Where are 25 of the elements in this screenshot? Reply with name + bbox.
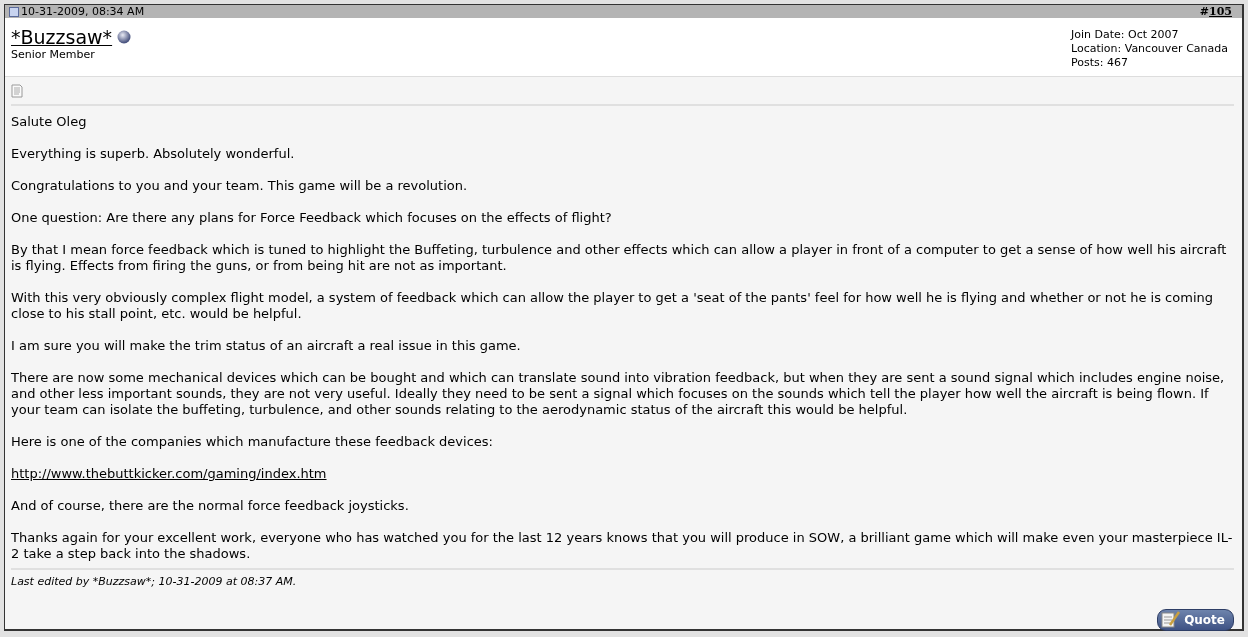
username-link[interactable]: *Buzzsaw* [11, 26, 113, 48]
message-paragraph: Congratulations to you and your team. This game will be a revolution. [11, 178, 469, 194]
user-info: Posts: 467 [1071, 56, 1129, 70]
message-paragraph: With this very obviously complex flight model, a system of feedback which can allow the player to get a 'seat of the pants' feel for how well he is flying and whether or not he is coming close to his stall point, etc. would be helpful. [11, 290, 1214, 322]
post-number-sign: # [1199, 5, 1210, 18]
user-info: Join Date: Oct 2007 [1071, 28, 1180, 42]
document-icon [11, 83, 23, 98]
message-paragraph: I am sure you will make the trim status of an aircraft a real issue in this game. [11, 338, 522, 354]
message-paragraph: Here is one of the companies which manufacture these feedback devices: [11, 434, 494, 450]
user-title: Senior Member [11, 48, 96, 61]
message-paragraph: Thanks again for your excellent work, everyone who has watched you for the last 12 years knows that you will produce in SOW, a brilliant game which will make even your masterpiece IL-2 take a step back into the shadows. [11, 530, 1234, 562]
message-paragraph: One question: Are there any plans for Force Feedback which focuses on the effects of flight? [11, 210, 613, 226]
message-paragraph: Salute Oleg [11, 114, 88, 130]
message-paragraph: Everything is superb. Absolutely wonderful. [11, 146, 296, 162]
quote-button[interactable]: Quote [1157, 609, 1234, 631]
edit-note: Last edited by *Buzzsaw*; 10-31-2009 at 08:37 AM. [11, 568, 1234, 593]
message-paragraph: And of course, there are the normal force feedback joysticks. [11, 498, 410, 514]
message-link[interactable]: http://www.thebuttkicker.com/gaming/index.htm [11, 466, 327, 481]
post-number-link[interactable]: 105 [1209, 5, 1232, 18]
message-paragraph: By that I mean force feedback which is tuned to highlight the Buffeting, turbulence and other effects which can allow a player in front of a computer to get a sense of how well his aircraft is flying. Effects from firing the guns, or from being hit are not as important. [11, 242, 1228, 274]
post-date: 10-31-2009, 08:34 AM [21, 5, 145, 18]
post-icon [9, 6, 19, 17]
message-paragraph: There are now some mechanical devices which can be bought and which can translate sound into vibration feedback, but when they are sent a sound signal which includes engine noise, and other less important sounds, they are not very useful. Ideally they need to be sent a signal which focuses on the sounds which tell the player how well the aircraft is being flown. If your team can isolate the buffeting, turbulence, and other sounds relating to the aerodynamic status of the aircraft this would be helpful. [11, 370, 1226, 418]
user-info: Location: Vancouver Canada [1071, 42, 1228, 56]
document-pen-icon [1161, 611, 1182, 629]
